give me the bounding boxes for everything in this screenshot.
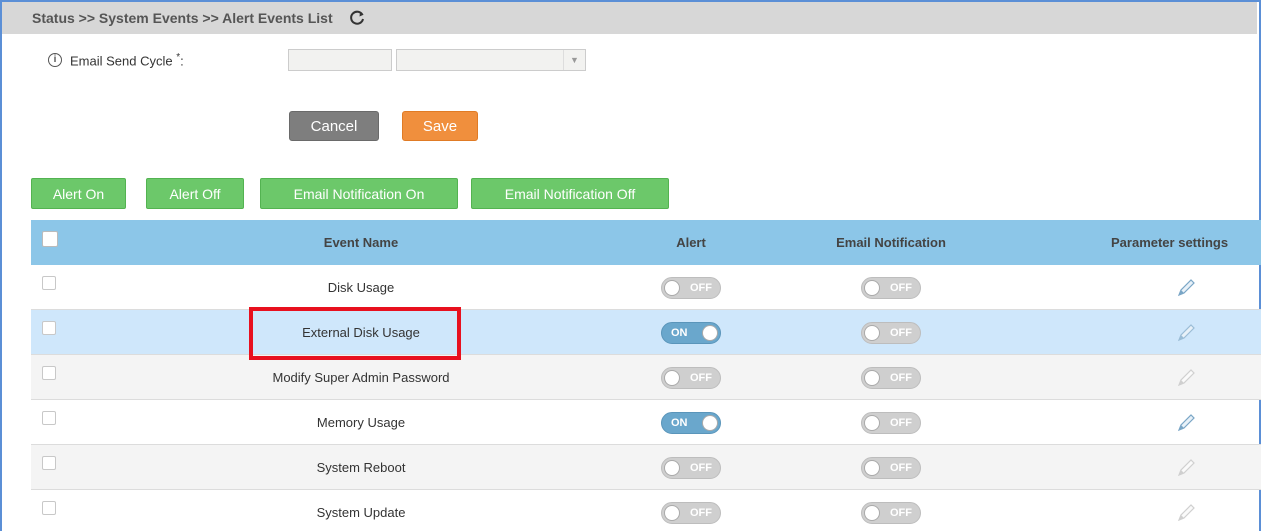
event-name: Modify Super Admin Password (272, 370, 450, 385)
pencil-icon (1166, 445, 1206, 490)
pencil-icon[interactable] (1166, 310, 1206, 355)
alert-toggle[interactable]: OFF (661, 366, 721, 389)
info-icon[interactable]: i (48, 53, 62, 67)
email-send-cycle-select[interactable]: ▼ (396, 49, 586, 71)
email-send-cycle-input[interactable] (288, 49, 392, 71)
table-row: System Reboot OFF OFF (31, 445, 1261, 490)
email-notification-on-button[interactable]: Email Notification On (260, 178, 458, 209)
email-toggle[interactable]: OFF (861, 411, 921, 434)
email-toggle[interactable]: OFF (861, 366, 921, 389)
email-toggle[interactable]: OFF (861, 321, 921, 344)
row-checkbox[interactable] (42, 321, 56, 335)
alert-toggle[interactable]: OFF (661, 456, 721, 479)
alert-events-table: Event Name Alert Email Notification Para… (31, 220, 1261, 531)
select-all-checkbox[interactable] (42, 231, 58, 247)
table-row: Memory Usage ON OFF (31, 400, 1261, 445)
table-row: Disk Usage OFF OFF (31, 265, 1261, 310)
email-notification-off-button[interactable]: Email Notification Off (471, 178, 669, 209)
event-name: System Update (316, 505, 406, 520)
pencil-icon[interactable] (1166, 400, 1206, 445)
alert-toggle[interactable]: OFF (661, 276, 721, 299)
event-name: Disk Usage (327, 280, 395, 295)
highlight-box (249, 307, 461, 360)
row-checkbox[interactable] (42, 276, 56, 290)
alert-toggle[interactable]: OFF (661, 501, 721, 524)
pencil-icon (1166, 355, 1206, 400)
row-checkbox[interactable] (42, 366, 56, 380)
alert-toggle[interactable]: ON (661, 321, 721, 344)
email-toggle[interactable]: OFF (861, 276, 921, 299)
row-checkbox[interactable] (42, 501, 56, 515)
breadcrumb-bar: Status >> System Events >> Alert Events … (2, 2, 1257, 34)
alert-toggle[interactable]: ON (661, 411, 721, 434)
column-event-name: Event Name (323, 235, 399, 250)
email-toggle[interactable]: OFF (861, 456, 921, 479)
email-send-cycle-label: Email Send Cycle *: (70, 52, 184, 69)
save-button[interactable]: Save (402, 111, 478, 141)
breadcrumb: Status >> System Events >> Alert Events … (32, 10, 333, 26)
column-parameter-settings: Parameter settings (1111, 235, 1229, 250)
row-checkbox[interactable] (42, 411, 56, 425)
chevron-down-icon: ▼ (563, 50, 585, 70)
table-row: External Disk Usage ON OFF (31, 310, 1261, 355)
email-toggle[interactable]: OFF (861, 501, 921, 524)
alert-on-button[interactable]: Alert On (31, 178, 126, 209)
refresh-icon[interactable] (347, 8, 367, 28)
pencil-icon (1166, 490, 1206, 531)
column-alert: Alert (676, 235, 706, 250)
row-checkbox[interactable] (42, 456, 56, 470)
event-name: Memory Usage (316, 415, 406, 430)
table-row: System Update OFF OFF (31, 490, 1261, 531)
table-row: Modify Super Admin Password OFF OFF (31, 355, 1261, 400)
alert-off-button[interactable]: Alert Off (146, 178, 244, 209)
pencil-icon[interactable] (1166, 265, 1206, 310)
cancel-button[interactable]: Cancel (289, 111, 379, 141)
event-name: System Reboot (316, 460, 406, 475)
column-email-notification: Email Notification (836, 235, 946, 250)
table-header: Event Name Alert Email Notification Para… (31, 220, 1261, 265)
